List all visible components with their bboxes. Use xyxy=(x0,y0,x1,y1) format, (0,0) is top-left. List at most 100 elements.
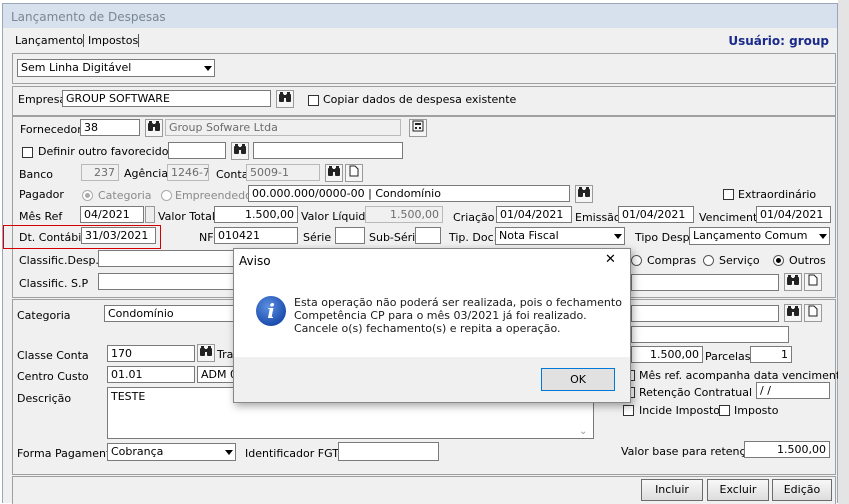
imposto-label: Imposto xyxy=(734,404,779,417)
dialog-message: Esta operação não poderá ser realizada, … xyxy=(294,296,624,335)
dialog-message-line: Cancele o(s) fechamento(s) e repita a op… xyxy=(294,322,561,335)
criacao-field[interactable]: 01/04/2021 xyxy=(496,206,572,223)
retencao-date-field[interactable]: / / xyxy=(756,382,830,399)
binoculars-icon[interactable] xyxy=(784,273,802,291)
favorecido-code-field[interactable] xyxy=(168,142,226,159)
valor-parcela-field[interactable]: 1.500,00 xyxy=(631,346,703,363)
pagador-label: Pagador xyxy=(19,188,64,201)
tipo-desp-value: Lançamento Comum xyxy=(693,229,808,242)
centro-custo-name-field[interactable]: ADM 01 xyxy=(197,366,237,383)
classific-sp-name-field[interactable] xyxy=(631,274,779,291)
linha-digitavel-select[interactable]: Sem Linha Digitável xyxy=(17,59,215,77)
calculator-icon[interactable] xyxy=(409,119,427,137)
incide-imposto-checkbox[interactable] xyxy=(623,405,634,416)
serie-field[interactable] xyxy=(335,227,365,244)
fgts-label: Identificador FGTS xyxy=(245,447,346,460)
categoria-field[interactable]: Condomínio xyxy=(104,305,244,322)
fornecedor-label: Fornecedor xyxy=(20,123,82,136)
valor-liquido-label: Valor Líquido xyxy=(301,210,373,223)
info-icon: i xyxy=(256,296,286,326)
dialog-title: Aviso xyxy=(239,254,271,268)
outros-radio[interactable] xyxy=(773,255,784,266)
incide-imposto-label: Incide Imposto xyxy=(639,404,721,417)
ok-button[interactable]: OK xyxy=(541,368,615,391)
binoculars-icon[interactable] xyxy=(276,90,294,108)
page-icon[interactable] xyxy=(804,273,822,291)
incluir-button[interactable]: Incluir xyxy=(641,479,703,501)
dialog-message-line: Esta operação não poderá ser realizada, … xyxy=(294,296,622,309)
categoria-right-field[interactable] xyxy=(631,305,779,322)
valor-total-field[interactable]: 1.500,00 xyxy=(214,206,298,223)
excluir-button[interactable]: Excluir xyxy=(707,479,769,501)
chevron-down-icon[interactable]: ⌄ xyxy=(579,426,587,437)
centro-custo-field[interactable]: 01.01 xyxy=(107,366,195,383)
criacao-label: Criação xyxy=(453,211,495,224)
close-icon[interactable]: ✕ xyxy=(605,252,616,267)
binoculars-icon[interactable] xyxy=(197,344,215,362)
compras-label: Compras xyxy=(647,254,697,267)
tab-lancamento[interactable]: Lançamento xyxy=(15,34,83,47)
page-icon[interactable] xyxy=(345,164,363,182)
emissao-field[interactable]: 01/04/2021 xyxy=(618,206,694,223)
classific-desp-label: Classific.Desp. xyxy=(19,254,99,267)
tipo-doc-select[interactable]: Nota Fiscal xyxy=(495,227,625,245)
empresa-field[interactable]: GROUP SOFTWARE xyxy=(62,90,271,107)
pagador-empreendedor-radio xyxy=(161,190,172,201)
binoculars-icon[interactable] xyxy=(145,119,163,137)
tipo-desp-label: Tipo Desp. xyxy=(635,231,694,244)
categoria-extra-field[interactable] xyxy=(631,326,789,343)
mes-ref-spinner[interactable] xyxy=(145,206,155,223)
favorecido-checkbox[interactable] xyxy=(22,147,33,158)
nf-field[interactable]: 010421 xyxy=(214,227,298,244)
tab-impostos[interactable]: Impostos xyxy=(88,34,138,47)
conta-label: Conta xyxy=(216,168,249,181)
servico-radio[interactable] xyxy=(703,255,714,266)
parcelas-label: Parcelas xyxy=(705,350,751,363)
subserie-field[interactable] xyxy=(415,227,441,244)
pagador-categoria-label: Categoria xyxy=(98,189,152,202)
mes-ref-label: Mês Ref xyxy=(19,210,63,223)
classific-sp-field[interactable] xyxy=(98,273,238,290)
binoculars-icon[interactable] xyxy=(231,142,249,160)
imposto-checkbox[interactable] xyxy=(719,405,730,416)
classe-conta-field[interactable]: 170 xyxy=(107,345,195,362)
dt-contabil-label: Dt. Contábil xyxy=(19,231,85,244)
forma-pagamento-select[interactable]: Cobrança xyxy=(107,443,236,461)
binoculars-icon[interactable] xyxy=(575,185,593,203)
favorecido-name-field[interactable] xyxy=(253,142,403,159)
valor-liquido-field: 1.500,00 xyxy=(365,206,443,223)
banco-field: 237 xyxy=(81,164,119,181)
fornecedor-code-field[interactable]: 38 xyxy=(80,119,140,136)
emissao-label: Emissão xyxy=(575,211,621,224)
edicao-button[interactable]: Edição xyxy=(772,479,832,501)
descricao-label: Descrição xyxy=(17,392,72,405)
tab-divider xyxy=(138,34,139,47)
fgts-field[interactable] xyxy=(338,442,439,461)
parcelas-field[interactable]: 1 xyxy=(750,346,792,363)
servico-label: Serviço xyxy=(719,254,760,267)
valor-base-field[interactable]: 1.500,00 xyxy=(744,441,830,458)
pagador-field[interactable]: 00.000.000/0000-00 | Condomínio xyxy=(248,185,570,202)
forma-pagamento-label: Forma Pagamento xyxy=(17,447,118,460)
categoria-label: Categoria xyxy=(17,309,71,322)
aviso-dialog: Aviso ✕ i Esta operação não poderá ser r… xyxy=(233,248,631,403)
dt-contabil-field[interactable]: 31/03/2021 xyxy=(81,227,156,244)
linha-digitavel-value: Sem Linha Digitável xyxy=(21,61,132,74)
mes-ref-field[interactable]: 04/2021 xyxy=(80,206,144,223)
extraordinario-label: Extraordinário xyxy=(738,188,817,201)
extraordinario-checkbox[interactable] xyxy=(723,189,734,200)
classific-sp-label: Classific. S.P xyxy=(19,277,89,290)
classe-conta-name: Tra xyxy=(217,348,234,361)
classific-desp-field[interactable] xyxy=(98,250,238,267)
compras-radio[interactable] xyxy=(631,255,642,266)
vencimento-field[interactable]: 01/04/2021 xyxy=(756,206,831,223)
page-icon[interactable] xyxy=(804,304,822,322)
empresa-label: Empresa xyxy=(18,93,67,106)
agencia-label: Agência xyxy=(124,167,169,180)
binoculars-icon[interactable] xyxy=(784,304,802,322)
tipo-desp-select[interactable]: Lançamento Comum xyxy=(689,227,830,245)
chevron-down-icon xyxy=(204,66,212,71)
binoculars-icon[interactable] xyxy=(325,164,343,182)
chevron-down-icon xyxy=(614,234,622,239)
copiar-checkbox[interactable] xyxy=(308,95,319,106)
